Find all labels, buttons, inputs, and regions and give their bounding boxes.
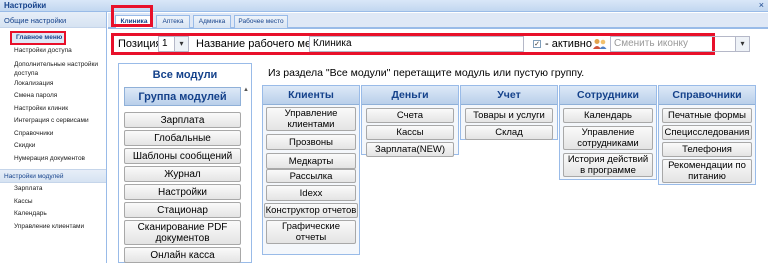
sidebar-item-cash[interactable]: Кассы [0, 196, 106, 209]
module-mailing[interactable]: Рассылка [266, 169, 356, 183]
position-select[interactable]: 1 ▾ [158, 36, 189, 52]
module-message-templates[interactable]: Шаблоны сообщений [124, 148, 241, 164]
module-pdf-scan[interactable]: Сканирование PDF документов [124, 220, 241, 245]
workplace-name-input[interactable]: Клиника [309, 36, 524, 52]
module-nutrition[interactable]: Рекомендации по питанию [662, 159, 752, 183]
module-salary-new[interactable]: Зарплата(NEW) [366, 142, 454, 157]
sidebar-item-clinic-settings[interactable]: Настройки клиник [0, 103, 106, 116]
module-calls[interactable]: Прозвоны [266, 134, 356, 150]
module-hospital[interactable]: Стационар [124, 202, 241, 218]
module-cashboxes[interactable]: Кассы [366, 125, 454, 140]
group-title: Учет [461, 86, 557, 105]
group-title: Сотрудники [560, 86, 656, 105]
tab-admin[interactable]: Админка [193, 15, 231, 28]
module-warehouse[interactable]: Склад [465, 125, 553, 140]
people-icon [593, 39, 607, 49]
group-title: Клиенты [263, 86, 359, 105]
chevron-down-icon[interactable]: ▾ [735, 37, 749, 51]
sidebar-item-main-menu[interactable]: Главное меню [10, 31, 66, 45]
group-title: Деньги [362, 86, 458, 105]
sidebar-item-access[interactable]: Настройки доступа [0, 45, 106, 58]
sidebar-item-references[interactable]: Справочники [0, 128, 106, 141]
module-goods-services[interactable]: Товары и услуги [465, 108, 553, 123]
module-telephony[interactable]: Телефония [662, 142, 752, 157]
module-client-management[interactable]: Управление клиентами [266, 107, 356, 131]
tab-pharmacy[interactable]: Аптека [156, 15, 190, 28]
workplace-tabs: Клиника Аптека Админка Рабочее место [108, 13, 768, 29]
module-online-cash[interactable]: Онлайн касса [124, 247, 241, 263]
sidebar-item-client-management[interactable]: Управление клиентами [0, 221, 106, 234]
module-graphic-reports[interactable]: Графические отчеты [266, 220, 356, 244]
close-icon[interactable]: × [759, 0, 764, 10]
drag-hint: Из раздела "Все модули" перетащите модул… [268, 67, 585, 79]
module-settings[interactable]: Настройки [124, 184, 241, 200]
sidebar-item-extra-access[interactable]: Дополнительные настройки доступа [0, 58, 106, 78]
sidebar-section-modules[interactable]: Настройки модулей [0, 169, 106, 183]
sidebar-item-discounts[interactable]: Скидки [0, 140, 106, 153]
position-value: 1 [162, 38, 168, 49]
active-checkbox[interactable]: ✓ [533, 40, 541, 48]
sidebar-item-calendar[interactable]: Календарь [0, 208, 106, 221]
module-global-notifications[interactable]: Глобальные уведомления [124, 130, 241, 158]
highlight-box [111, 5, 153, 27]
module-print-forms[interactable]: Печатные формы [662, 108, 752, 123]
module-action-history[interactable]: История действий в программе [563, 153, 653, 177]
all-modules-panel: Все модули Группа модулей ▲ Зарплата Гло… [118, 63, 252, 263]
sidebar-item-localization[interactable]: Локализация [0, 78, 106, 91]
module-calendar[interactable]: Календарь [563, 108, 653, 123]
change-icon-select[interactable]: Сменить иконку ▾ [610, 36, 750, 52]
module-invoices[interactable]: Счета [366, 108, 454, 123]
window-title: Настройки [4, 1, 47, 10]
sidebar-item-integrations[interactable]: Интеграция с сервисами [0, 115, 106, 128]
settings-sidebar: Общие настройки Главное меню Настройки д… [0, 12, 107, 263]
chevron-down-icon[interactable]: ▾ [174, 37, 188, 51]
module-group-button[interactable]: Группа модулей [124, 87, 241, 106]
module-employee-management[interactable]: Управление сотрудниками [563, 126, 653, 150]
module-special-research[interactable]: Специсследования [662, 125, 752, 140]
module-idexx[interactable]: Idexx [266, 185, 356, 201]
sidebar-item-salary[interactable]: Зарплата [0, 183, 106, 196]
module-journal[interactable]: Журнал [124, 166, 241, 182]
all-modules-title: Все модули [152, 69, 218, 81]
module-salary[interactable]: Зарплата [124, 112, 241, 128]
module-medcards[interactable]: Медкарты [266, 153, 356, 169]
tab-workplace[interactable]: Рабочее место [234, 15, 288, 28]
change-icon-placeholder: Сменить иконку [614, 38, 688, 49]
active-label: - активно [545, 38, 592, 50]
sidebar-section-general[interactable]: Общие настройки [0, 12, 106, 28]
sidebar-item-change-password[interactable]: Смена пароля [0, 90, 106, 103]
module-report-builder[interactable]: Конструктор отчетов [264, 203, 358, 218]
sidebar-item-numbering[interactable]: Нумерация документов [0, 153, 106, 166]
group-title: Справочники [659, 86, 755, 105]
scroll-up-icon[interactable]: ▲ [243, 87, 249, 93]
